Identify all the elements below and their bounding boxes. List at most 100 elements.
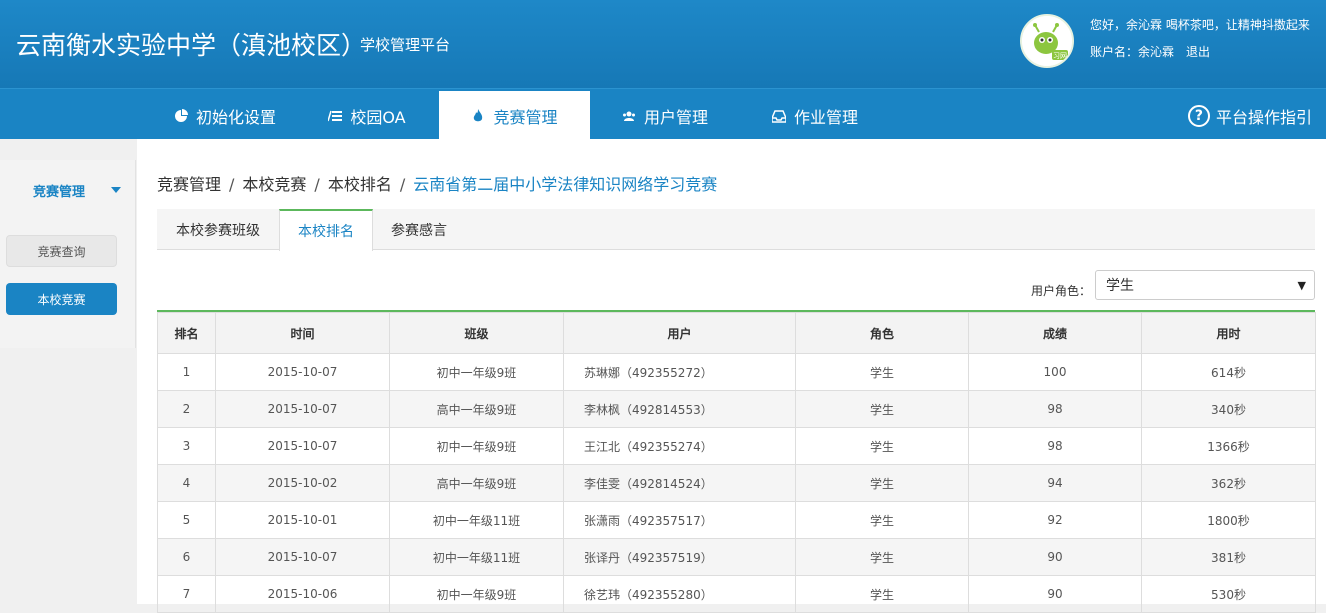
cell-duration: 381秒 bbox=[1141, 538, 1316, 576]
cell-time: 2015-10-01 bbox=[215, 501, 390, 539]
table-row: 1 2015-10-07 初中一年级9班 苏琳娜（492355272） 学生 1… bbox=[157, 353, 1316, 391]
cell-time: 2015-10-07 bbox=[215, 427, 390, 465]
sidebar-item-competition-query[interactable]: 竞赛查询 bbox=[6, 235, 117, 267]
cell-score: 90 bbox=[968, 538, 1142, 576]
cell-class: 初中一年级9班 bbox=[389, 575, 564, 613]
cell-rank: 3 bbox=[157, 427, 216, 465]
nav-item-homework[interactable]: 作业管理 bbox=[750, 91, 880, 140]
column-header: 排名 bbox=[157, 312, 216, 354]
cell-rank: 1 bbox=[157, 353, 216, 391]
avatar[interactable]: 习网 bbox=[1020, 14, 1074, 68]
cell-rank: 4 bbox=[157, 464, 216, 502]
cell-time: 2015-10-06 bbox=[215, 575, 390, 613]
cell-role: 学生 bbox=[795, 538, 969, 576]
greeting-text: 您好，余沁霖 喝杯茶吧，让精神抖擞起来 bbox=[1090, 18, 1310, 32]
cell-user: 李佳雯（492814524） bbox=[563, 464, 796, 502]
cell-class: 初中一年级11班 bbox=[389, 538, 564, 576]
cell-score: 98 bbox=[968, 427, 1142, 465]
main-content: 竞赛管理 / 本校竞赛 / 本校排名 / 云南省第二届中小学法律知识网络学习竞赛 本校参赛班… bbox=[137, 139, 1326, 613]
cell-user: 张潇雨（492357517） bbox=[563, 501, 796, 539]
bug-mascot-icon: 习网 bbox=[1022, 16, 1072, 66]
nav-item-campus-oa[interactable]: 校园OA bbox=[300, 91, 434, 140]
sidebar: 竞赛管理 竞赛查询 本校竞赛 bbox=[0, 160, 136, 348]
cell-user: 张译丹（492357519） bbox=[563, 538, 796, 576]
table-row: 2 2015-10-07 高中一年级9班 李林枫（492814553） 学生 9… bbox=[157, 390, 1316, 428]
question-circle-icon: ? bbox=[1187, 105, 1210, 127]
cell-time: 2015-10-07 bbox=[215, 538, 390, 576]
caret-down-icon[interactable] bbox=[111, 187, 121, 193]
help-label: 平台操作指引 bbox=[1215, 108, 1312, 127]
cell-role: 学生 bbox=[795, 464, 969, 502]
role-select-value: 学生 bbox=[1106, 278, 1134, 294]
cell-role: 学生 bbox=[795, 575, 969, 613]
cell-rank: 5 bbox=[157, 501, 216, 539]
table-row: 5 2015-10-01 初中一年级11班 张潇雨（492357517） 学生 … bbox=[157, 501, 1316, 539]
cell-role: 学生 bbox=[795, 427, 969, 465]
nav-item-user-management[interactable]: 用户管理 bbox=[600, 91, 730, 140]
cell-role: 学生 bbox=[795, 353, 969, 391]
cell-score: 90 bbox=[968, 575, 1142, 613]
top-header: 云南衡水实验中学（滇池校区） 学校管理平台 习网 您好，余沁霖 喝杯茶吧，让精神… bbox=[0, 0, 1326, 88]
breadcrumb-separator: / bbox=[399, 175, 406, 194]
nav-item-label: 用户管理 bbox=[643, 107, 708, 127]
platform-subtitle: 学校管理平台 bbox=[360, 36, 451, 54]
logout-link[interactable]: 退出 bbox=[1186, 45, 1210, 59]
table-row: 3 2015-10-07 初中一年级9班 王江北（492355274） 学生 9… bbox=[157, 427, 1316, 465]
cell-duration: 530秒 bbox=[1141, 575, 1316, 613]
sidebar-heading[interactable]: 竞赛管理 bbox=[33, 181, 85, 200]
nav-item-competition[interactable]: 竞赛管理 bbox=[439, 91, 590, 140]
cell-class: 初中一年级9班 bbox=[389, 427, 564, 465]
account-line: 账户名：余沁霖 退出 bbox=[1090, 43, 1210, 60]
nav-item-label: 初始化设置 bbox=[195, 107, 276, 127]
cell-score: 100 bbox=[968, 353, 1142, 391]
table-row: 4 2015-10-02 高中一年级9班 李佳雯（492814524） 学生 9… bbox=[157, 464, 1316, 502]
sidebar-item-school-competition[interactable]: 本校竞赛 bbox=[6, 283, 117, 315]
help-guide-link[interactable]: ? 平台操作指引 bbox=[1187, 104, 1312, 128]
nav-item-label: 作业管理 bbox=[793, 107, 858, 127]
cell-role: 学生 bbox=[795, 390, 969, 428]
users-icon bbox=[622, 111, 635, 121]
tab-school-ranking[interactable]: 本校排名 bbox=[279, 209, 373, 251]
cell-score: 92 bbox=[968, 501, 1142, 539]
cell-class: 初中一年级11班 bbox=[389, 501, 564, 539]
table-header-row: 排名 时间 班级 用户 角色 成绩 用时 bbox=[157, 312, 1316, 354]
cell-class: 高中一年级9班 bbox=[389, 390, 564, 428]
breadcrumb: 竞赛管理 / 本校竞赛 / 本校排名 / 云南省第二届中小学法律知识网络学习竞赛 bbox=[157, 171, 717, 195]
school-title: 云南衡水实验中学（滇池校区） bbox=[16, 31, 367, 60]
cell-rank: 2 bbox=[157, 390, 216, 428]
breadcrumb-separator: / bbox=[314, 175, 320, 194]
breadcrumb-item[interactable]: 本校竞赛 bbox=[242, 175, 306, 194]
nav-item-init-settings[interactable]: 初始化设置 bbox=[150, 91, 300, 140]
cell-class: 初中一年级9班 bbox=[389, 353, 564, 391]
cell-duration: 362秒 bbox=[1141, 464, 1316, 502]
table-row: 7 2015-10-06 初中一年级9班 徐艺玮（492355280） 学生 9… bbox=[157, 575, 1316, 613]
role-filter-label: 用户角色： bbox=[1031, 284, 1092, 298]
cell-time: 2015-10-07 bbox=[215, 353, 390, 391]
nav-item-label: 竞赛管理 bbox=[493, 107, 558, 127]
cell-score: 98 bbox=[968, 390, 1142, 428]
column-header: 成绩 bbox=[968, 312, 1142, 354]
nav-item-label: 校园OA bbox=[350, 107, 406, 127]
ranking-table: 排名 时间 班级 用户 角色 成绩 用时 1 2015-10-07 初中一年级9… bbox=[157, 310, 1316, 613]
breadcrumb-item[interactable]: 竞赛管理 bbox=[157, 175, 221, 194]
cell-user: 王江北（492355274） bbox=[563, 427, 796, 465]
table-row: 6 2015-10-07 初中一年级11班 张译丹（492357519） 学生 … bbox=[157, 538, 1316, 576]
breadcrumb-current: 云南省第二届中小学法律知识网络学习竞赛 bbox=[413, 175, 718, 194]
tab-participating-classes[interactable]: 本校参赛班级 bbox=[157, 209, 279, 250]
column-header: 用时 bbox=[1141, 312, 1316, 354]
role-select[interactable]: 学生 ▼ bbox=[1095, 270, 1315, 300]
avatar-text: 习网 bbox=[1053, 52, 1067, 60]
tab-reflections[interactable]: 参赛感言 bbox=[373, 209, 465, 250]
cell-duration: 614秒 bbox=[1141, 353, 1316, 391]
cell-rank: 6 bbox=[157, 538, 216, 576]
flame-icon bbox=[474, 108, 483, 121]
breadcrumb-item[interactable]: 本校排名 bbox=[328, 175, 392, 194]
account-name: 账户名：余沁霖 bbox=[1090, 45, 1175, 59]
cell-time: 2015-10-07 bbox=[215, 390, 390, 428]
main-nav: 初始化设置 校园OA 竞赛管理 用户管理 作业管理 bbox=[0, 88, 1326, 140]
column-header: 时间 bbox=[215, 312, 390, 354]
column-header: 用户 bbox=[563, 312, 796, 354]
list-icon bbox=[328, 110, 343, 121]
cell-user: 苏琳娜（492355272） bbox=[563, 353, 796, 391]
tab-bar: 本校参赛班级 本校排名 参赛感言 bbox=[157, 209, 1315, 251]
